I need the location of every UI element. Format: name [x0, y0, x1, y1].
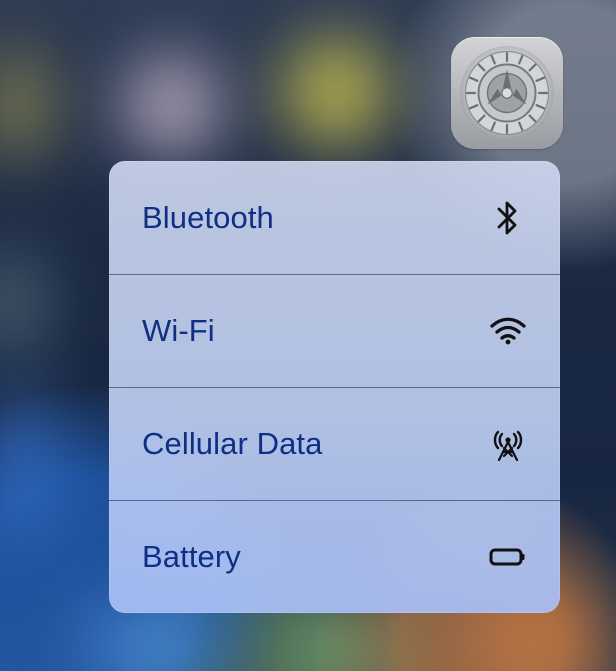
- quick-action-label: Battery: [142, 539, 241, 574]
- blurred-dock-icon: [86, 607, 206, 671]
- quick-action-cellular-data[interactable]: Cellular Data: [109, 387, 560, 500]
- settings-app-icon[interactable]: [451, 37, 563, 149]
- quick-action-bluetooth[interactable]: Bluetooth: [109, 161, 560, 274]
- quick-actions-menu: Bluetooth Wi-Fi Cellular Data Battery: [109, 161, 560, 613]
- quick-action-wifi[interactable]: Wi-Fi: [109, 274, 560, 387]
- blurred-app-icon: [122, 56, 222, 156]
- quick-action-label: Bluetooth: [142, 199, 274, 235]
- quick-action-battery[interactable]: Battery: [109, 500, 560, 613]
- quick-action-label: Cellular Data: [142, 426, 323, 461]
- battery-icon: [486, 535, 530, 579]
- cellular-data-icon: [486, 422, 530, 466]
- blurred-app-icon: [0, 248, 40, 360]
- bluetooth-icon: [486, 196, 530, 240]
- blurred-dock-icon: [273, 612, 393, 671]
- blurred-app-icon: [0, 50, 48, 160]
- settings-gear-icon: [460, 46, 554, 140]
- blurred-app-icon: [0, 390, 52, 540]
- quick-action-label: Wi-Fi: [142, 313, 215, 348]
- blurred-app-icon: [282, 38, 390, 146]
- wifi-icon: [486, 309, 530, 353]
